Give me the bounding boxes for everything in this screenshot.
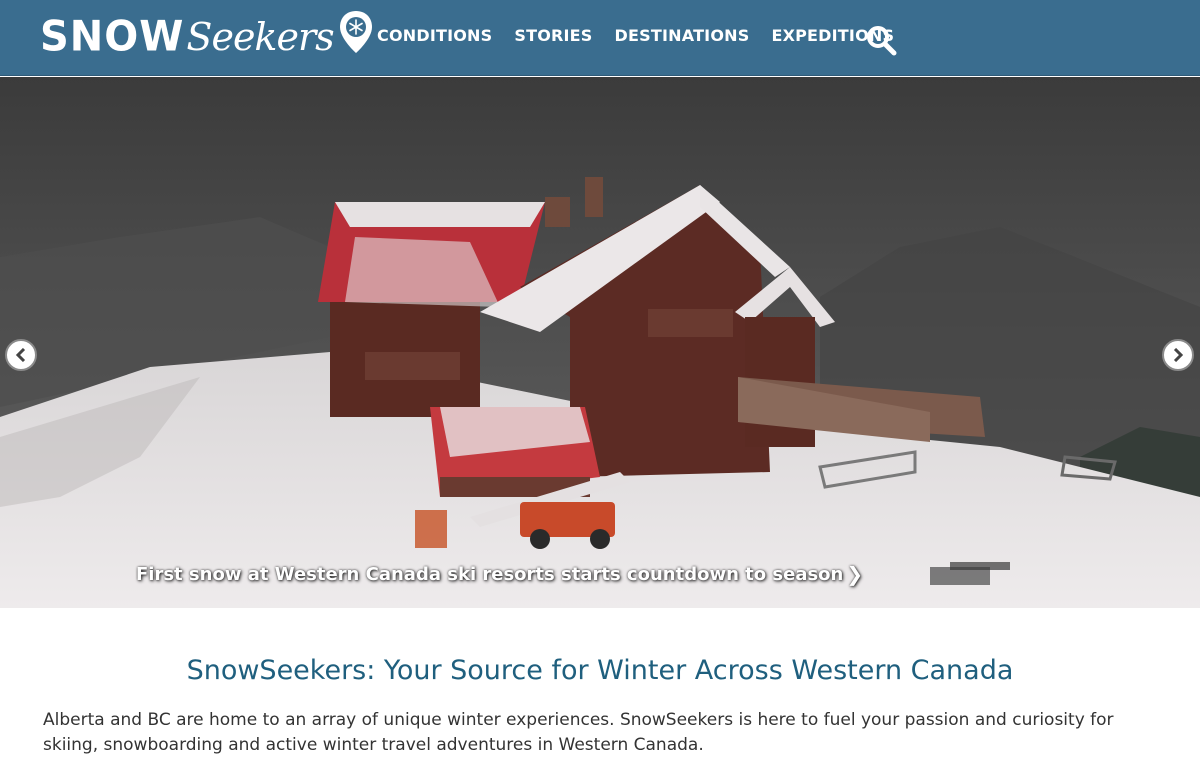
hero-caption-text: First snow at Western Canada ski resorts… [136,563,844,585]
chevron-left-icon [15,348,26,362]
nav-stories[interactable]: STORIES [514,26,592,45]
logo-snow-text: SNOW [40,12,185,62]
nav-destinations[interactable]: DESTINATIONS [615,26,750,45]
intro-heading: SnowSeekers: Your Source for Winter Acro… [186,655,1014,686]
chevron-right-icon [1173,348,1184,362]
carousel-next-button[interactable] [1162,339,1194,371]
hero-caption-link[interactable]: First snow at Western Canada ski resorts… [136,562,863,586]
search-icon[interactable] [865,24,897,56]
nav-conditions[interactable]: CONDITIONS [377,26,492,45]
caption-chevron-icon: ❯ [846,562,864,586]
map-pin-snowflake-icon [339,11,372,53]
carousel-prev-button[interactable] [5,339,37,371]
intro-paragraph: Alberta and BC are home to an array of u… [43,710,1114,755]
main-nav: CONDITIONS STORIES DESTINATIONS EXPEDITI… [377,26,916,45]
hero-carousel[interactable]: First snow at Western Canada ski resorts… [0,77,1200,608]
logo-seekers-text: Seekers [186,15,334,59]
site-header: SNOW Seekers CONDITIONS STORIES DESTINAT… [0,0,1200,76]
hero-image-snowy-lodge [0,77,1200,608]
snowseekers-logo[interactable]: SNOW Seekers [40,11,374,62]
